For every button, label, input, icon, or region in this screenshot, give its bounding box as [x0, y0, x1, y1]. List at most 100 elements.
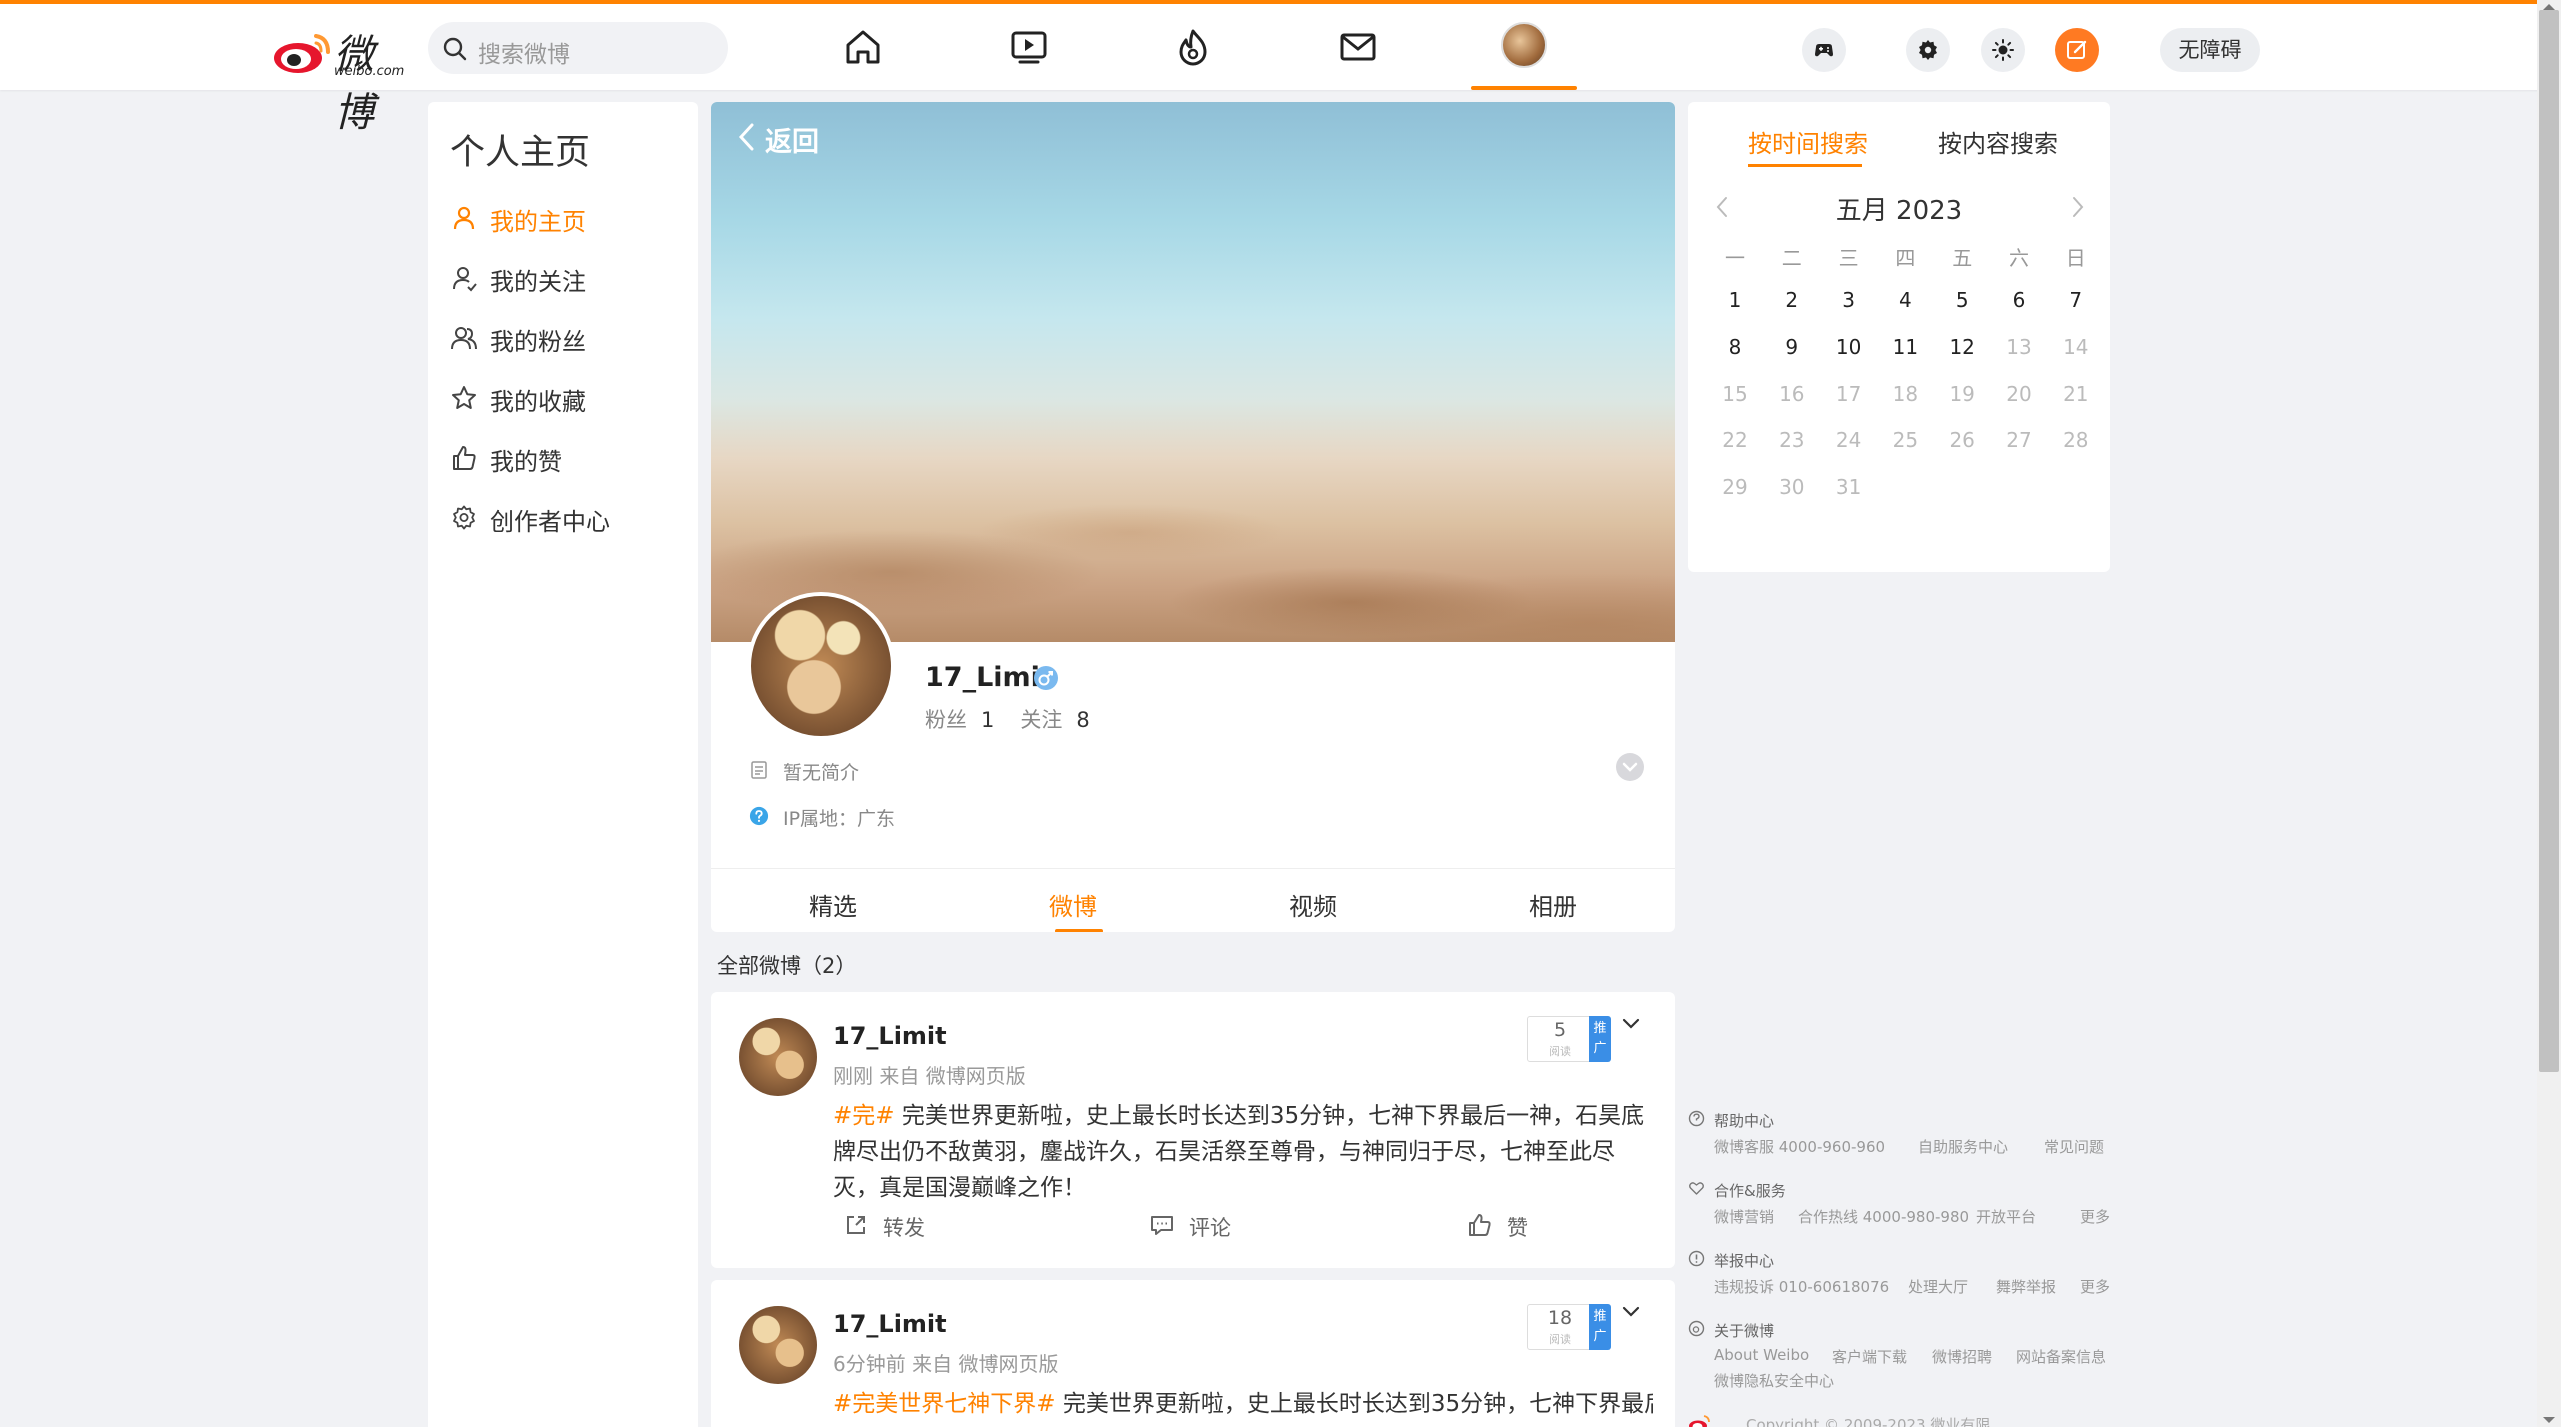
- calendar-day[interactable]: 5: [1933, 288, 1991, 312]
- like-label: 赞: [1507, 1216, 1528, 1240]
- tab-album[interactable]: 相册: [1493, 887, 1613, 922]
- tab-video[interactable]: 视频: [1253, 887, 1373, 922]
- sidebar-item-likes[interactable]: 我的赞: [450, 438, 690, 478]
- calendar-day[interactable]: 11: [1876, 335, 1934, 359]
- logo-domain: weibo.com: [334, 64, 405, 79]
- calendar-day[interactable]: 9: [1763, 335, 1821, 359]
- footer-link[interactable]: 微博客服 4000-960-960: [1714, 1136, 1885, 1157]
- calendar-weekday: 二: [1781, 246, 1802, 270]
- promote-button[interactable]: 推广: [1589, 1016, 1611, 1062]
- calendar-day[interactable]: 7: [2047, 288, 2105, 312]
- post-menu-chevron-icon[interactable]: [1619, 1300, 1643, 1324]
- tab-label: 视频: [1289, 893, 1337, 921]
- nav-video-button[interactable]: [1008, 26, 1050, 68]
- footer-link[interactable]: 舞弊举报: [1996, 1276, 2056, 1297]
- sidebar-title: 个人主页: [450, 133, 591, 173]
- sidebar-item-favorites[interactable]: 我的收藏: [450, 378, 690, 418]
- post-text: 完美世界更新啦，史上最长时长达到35分钟，七神下界最后: [1055, 1391, 1653, 1417]
- expand-profile-button[interactable]: [1615, 752, 1645, 782]
- footer-link[interactable]: 微博隐私安全中心: [1714, 1370, 1834, 1391]
- avatar[interactable]: [739, 1018, 817, 1096]
- calendar-day[interactable]: 10: [1820, 335, 1878, 359]
- mail-icon: [1340, 33, 1376, 61]
- sidebar-item-my-home[interactable]: 我的主页: [450, 198, 690, 238]
- footer-link[interactable]: 自助服务中心: [1918, 1136, 2008, 1157]
- calendar-day: 19: [1949, 381, 1975, 406]
- intro-text: 暂无简介: [783, 762, 860, 784]
- nav-profile-button[interactable]: [1471, 4, 1577, 90]
- nav-home-button[interactable]: [842, 26, 884, 68]
- sidebar-item-creator-center[interactable]: 创作者中心: [450, 498, 690, 538]
- footer-link[interactable]: 常见问题: [2044, 1136, 2104, 1157]
- weibo-small-icon: [1688, 1320, 1705, 1337]
- calendar-day: 28: [2063, 428, 2089, 453]
- post-hashtag[interactable]: #完美世界七神下界#: [833, 1391, 1056, 1417]
- calendar-day[interactable]: 1: [1706, 288, 1764, 312]
- read-count-badge: 18 阅读: [1527, 1304, 1593, 1350]
- footer-link[interactable]: 更多: [2080, 1206, 2110, 1227]
- promote-button[interactable]: 推广: [1589, 1304, 1611, 1350]
- weibo-logo[interactable]: 微博 weibo.com: [272, 22, 412, 136]
- tab-label: 精选: [809, 893, 857, 921]
- sidebar-item-following[interactable]: 我的关注: [450, 258, 690, 298]
- calendar-day[interactable]: 2: [1763, 288, 1821, 312]
- calendar-day[interactable]: 3: [1820, 288, 1878, 312]
- footer-link[interactable]: 更多: [2080, 1276, 2110, 1297]
- footer-link[interactable]: 网站备案信息: [2016, 1346, 2106, 1367]
- page-scrollbar-thumb[interactable]: [2539, 10, 2559, 1072]
- top-navigation-bar: 微博 weibo.com 搜索微博 无障碍: [0, 0, 2561, 136]
- fans-count[interactable]: 1: [981, 708, 994, 732]
- post-menu-chevron-icon[interactable]: [1619, 1012, 1643, 1036]
- footer-link[interactable]: 微博招聘: [1932, 1346, 1992, 1367]
- compose-button[interactable]: [2055, 28, 2099, 72]
- nav-hot-button[interactable]: [1172, 26, 1214, 68]
- game-button[interactable]: [1802, 28, 1846, 72]
- settings-button[interactable]: [1906, 28, 1950, 72]
- feed-post: 17_Limit 刚刚 来自 微博网页版 5 阅读 推广 #完# 完美世界更新啦…: [711, 992, 1675, 1268]
- follow-count[interactable]: 8: [1076, 708, 1089, 732]
- post-username[interactable]: 17_Limit: [833, 1022, 947, 1050]
- gear-icon: [1919, 40, 1937, 60]
- calendar-day: 13: [2006, 334, 2032, 359]
- footer-link[interactable]: 违规投诉 010-60618076: [1714, 1276, 1889, 1297]
- users-icon: [451, 327, 477, 350]
- theme-toggle-button[interactable]: [1981, 28, 2025, 72]
- nav-messages-button[interactable]: [1337, 26, 1379, 68]
- post-username[interactable]: 17_Limit: [833, 1310, 947, 1338]
- calendar-day[interactable]: 6: [1990, 288, 2048, 312]
- gear-icon: [453, 505, 475, 530]
- tab-featured[interactable]: 精选: [773, 887, 893, 922]
- sidebar-item-label: 我的关注: [490, 268, 586, 296]
- sidebar-item-fans[interactable]: 我的粉丝: [450, 318, 690, 358]
- avatar[interactable]: [739, 1306, 817, 1384]
- tab-search-by-time[interactable]: 按时间搜索: [1748, 124, 1868, 167]
- follow-label: 关注: [1020, 708, 1063, 732]
- calendar-day[interactable]: 4: [1876, 288, 1934, 312]
- footer-link[interactable]: 处理大厅: [1908, 1276, 1968, 1297]
- calendar-day: 14: [2063, 334, 2089, 359]
- heart-handshake-icon: [1689, 1182, 1704, 1195]
- calendar-day: 23: [1779, 428, 1805, 453]
- search-input[interactable]: 搜索微博: [428, 22, 728, 74]
- help-icon[interactable]: [749, 806, 769, 826]
- footer-link[interactable]: 合作热线 4000-980-980: [1798, 1206, 1969, 1227]
- calendar-day[interactable]: 12: [1933, 335, 1991, 359]
- footer-link[interactable]: 客户端下载: [1832, 1346, 1907, 1367]
- footer-link[interactable]: About Weibo: [1714, 1346, 1809, 1364]
- avatar: [1501, 22, 1547, 68]
- post-hashtag[interactable]: #完#: [833, 1103, 895, 1129]
- footer-link[interactable]: 开放平台: [1976, 1206, 2036, 1227]
- weibo-eye-icon: [274, 34, 330, 73]
- calendar-day: 31: [1835, 475, 1862, 500]
- footer-link[interactable]: 微博营销: [1714, 1206, 1774, 1227]
- accessibility-button[interactable]: 无障碍: [2160, 28, 2260, 72]
- calendar-weekday: 六: [2009, 246, 2029, 270]
- profile-avatar[interactable]: [747, 592, 895, 740]
- sun-icon: [1992, 39, 2014, 61]
- tab-weibo[interactable]: 微博: [1013, 887, 1133, 932]
- calendar-day[interactable]: 8: [1706, 335, 1764, 359]
- tab-search-by-content[interactable]: 按内容搜索: [1938, 124, 2058, 159]
- scroll-down-arrow-icon[interactable]: [2541, 1415, 2557, 1425]
- thumb-up-icon: [1469, 1214, 1491, 1236]
- next-month-chevron-icon[interactable]: [2068, 194, 2088, 220]
